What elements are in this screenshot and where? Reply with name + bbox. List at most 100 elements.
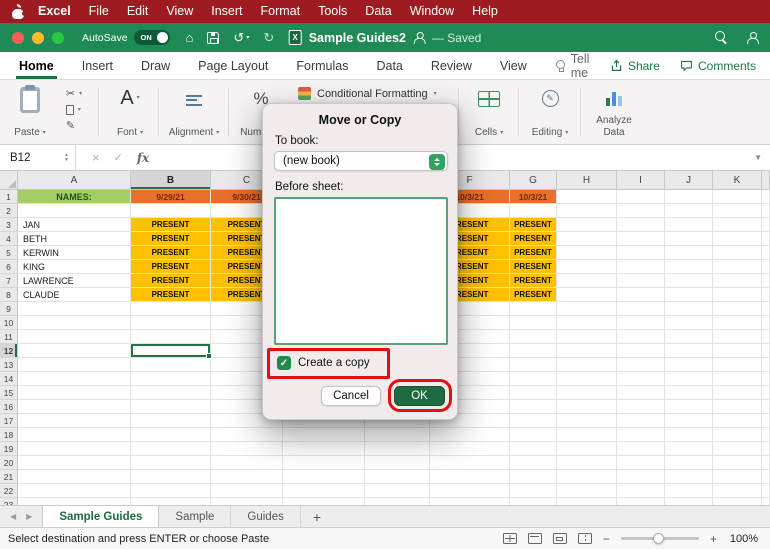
- column-header-G[interactable]: G: [510, 171, 557, 190]
- column-header-K[interactable]: K: [713, 171, 762, 190]
- cell-I3[interactable]: [617, 218, 665, 232]
- cell-K6[interactable]: [713, 260, 762, 274]
- cell-B21[interactable]: [131, 470, 211, 484]
- row-header-15[interactable]: 15: [0, 386, 18, 400]
- page-break-view-icon[interactable]: [577, 533, 592, 544]
- cell-J11[interactable]: [665, 330, 713, 344]
- cell-A7[interactable]: LAWRENCE: [18, 274, 131, 288]
- cell-I16[interactable]: [617, 400, 665, 414]
- cell-J10[interactable]: [665, 316, 713, 330]
- cell-I1[interactable]: [617, 190, 665, 204]
- cell-J16[interactable]: [665, 400, 713, 414]
- cell-J19[interactable]: [665, 442, 713, 456]
- column-header-H[interactable]: H: [557, 171, 617, 190]
- cell-A23[interactable]: [18, 498, 131, 505]
- close-window-button[interactable]: [12, 31, 24, 44]
- cell-D22[interactable]: [283, 484, 365, 498]
- row-header-18[interactable]: 18: [0, 428, 18, 442]
- cell-G13[interactable]: [510, 358, 557, 372]
- menu-item-insert[interactable]: Insert: [202, 0, 251, 23]
- ribbon-tab-insert[interactable]: Insert: [79, 52, 116, 79]
- cell-J12[interactable]: [665, 344, 713, 358]
- cell-H2[interactable]: [557, 204, 617, 218]
- before-sheet-listbox[interactable]: [274, 197, 448, 345]
- cell-G23[interactable]: [510, 498, 557, 505]
- column-header-B[interactable]: B: [131, 171, 211, 190]
- sheet-tab-sample[interactable]: Sample: [159, 506, 232, 527]
- cell-D18[interactable]: [283, 428, 365, 442]
- minimize-window-button[interactable]: [32, 31, 44, 44]
- cell-I11[interactable]: [617, 330, 665, 344]
- row-header-9[interactable]: 9: [0, 302, 18, 316]
- page-layout-view-icon[interactable]: [552, 533, 567, 544]
- cell-J18[interactable]: [665, 428, 713, 442]
- cell-B18[interactable]: [131, 428, 211, 442]
- menu-item-help[interactable]: Help: [463, 0, 507, 23]
- cells-group-button[interactable]: Cells ▾: [464, 80, 514, 144]
- ribbon-tab-data[interactable]: Data: [373, 52, 405, 79]
- zoom-in-icon[interactable]: +: [710, 532, 717, 546]
- cell-K3[interactable]: [713, 218, 762, 232]
- cell-H7[interactable]: [557, 274, 617, 288]
- row-header-22[interactable]: 22: [0, 484, 18, 498]
- cell-B10[interactable]: [131, 316, 211, 330]
- cell-E19[interactable]: [365, 442, 430, 456]
- cell-J14[interactable]: [665, 372, 713, 386]
- cell-D23[interactable]: [283, 498, 365, 505]
- cell-H16[interactable]: [557, 400, 617, 414]
- row-header-11[interactable]: 11: [0, 330, 18, 344]
- redo-icon[interactable]: ↻: [263, 30, 274, 46]
- cell-I15[interactable]: [617, 386, 665, 400]
- row-header-7[interactable]: 7: [0, 274, 18, 288]
- menu-item-file[interactable]: File: [80, 0, 118, 23]
- menu-item-tools[interactable]: Tools: [309, 0, 356, 23]
- cell-B9[interactable]: [131, 302, 211, 316]
- cell-E23[interactable]: [365, 498, 430, 505]
- cell-A19[interactable]: [18, 442, 131, 456]
- cell-J3[interactable]: [665, 218, 713, 232]
- cell-I13[interactable]: [617, 358, 665, 372]
- cell-H1[interactable]: [557, 190, 617, 204]
- cell-C20[interactable]: [211, 456, 283, 470]
- add-sheet-button[interactable]: +: [301, 506, 333, 527]
- column-header-A[interactable]: A: [18, 171, 131, 190]
- cell-B8[interactable]: PRESENT: [131, 288, 211, 302]
- cell-B22[interactable]: [131, 484, 211, 498]
- cell-H13[interactable]: [557, 358, 617, 372]
- cell-A18[interactable]: [18, 428, 131, 442]
- cell-A1[interactable]: NAMES:: [18, 190, 131, 204]
- cell-K9[interactable]: [713, 302, 762, 316]
- cell-J20[interactable]: [665, 456, 713, 470]
- cell-F22[interactable]: [430, 484, 510, 498]
- menu-item-view[interactable]: View: [157, 0, 202, 23]
- cell-I18[interactable]: [617, 428, 665, 442]
- cell-I5[interactable]: [617, 246, 665, 260]
- paste-button[interactable]: Paste ▾: [8, 80, 52, 144]
- cell-I20[interactable]: [617, 456, 665, 470]
- cell-H3[interactable]: [557, 218, 617, 232]
- cell-A10[interactable]: [18, 316, 131, 330]
- cell-J17[interactable]: [665, 414, 713, 428]
- cell-I19[interactable]: [617, 442, 665, 456]
- row-header-17[interactable]: 17: [0, 414, 18, 428]
- cell-C22[interactable]: [211, 484, 283, 498]
- share-button[interactable]: Share: [610, 59, 660, 73]
- cell-D21[interactable]: [283, 470, 365, 484]
- row-header-21[interactable]: 21: [0, 470, 18, 484]
- cell-A17[interactable]: [18, 414, 131, 428]
- save-icon[interactable]: [207, 31, 220, 44]
- cell-G20[interactable]: [510, 456, 557, 470]
- row-header-14[interactable]: 14: [0, 372, 18, 386]
- cell-G18[interactable]: [510, 428, 557, 442]
- ribbon-tab-page-layout[interactable]: Page Layout: [195, 52, 271, 79]
- cell-C21[interactable]: [211, 470, 283, 484]
- cell-J7[interactable]: [665, 274, 713, 288]
- zoom-slider-knob[interactable]: [652, 533, 664, 544]
- cell-J23[interactable]: [665, 498, 713, 505]
- row-header-19[interactable]: 19: [0, 442, 18, 456]
- zoom-out-icon[interactable]: −: [603, 532, 610, 546]
- cell-J5[interactable]: [665, 246, 713, 260]
- ribbon-tab-draw[interactable]: Draw: [138, 52, 173, 79]
- undo-icon[interactable]: ↺ ▾: [233, 30, 249, 46]
- cell-K21[interactable]: [713, 470, 762, 484]
